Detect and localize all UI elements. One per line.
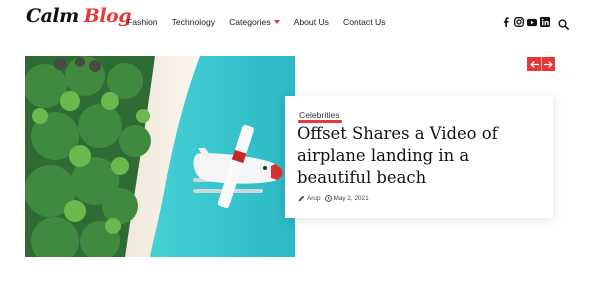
featured-post-card: Celebrities Offset Shares a Video of air… [285, 96, 553, 218]
nav-item-label: About Us [293, 17, 329, 27]
pencil-icon [298, 195, 305, 202]
nav-item-label: Fashion [127, 17, 158, 27]
nav-item-contact-us[interactable]: Contact Us [343, 17, 386, 27]
facebook-icon[interactable] [501, 17, 511, 27]
post-title[interactable]: Offset Shares a Video of airplane landin… [297, 123, 547, 189]
site-logo[interactable]: Calm Blog [26, 5, 132, 35]
youtube-icon[interactable] [527, 17, 537, 27]
logo-word-calm: Calm [26, 5, 79, 27]
nav-item-categories[interactable]: Categories [229, 17, 280, 27]
hero-image[interactable] [25, 56, 295, 257]
caret-down-icon [273, 20, 280, 24]
nav-item-label: Categories [229, 17, 271, 27]
arrow-right-icon[interactable] [541, 57, 555, 71]
linkedin-icon[interactable] [540, 17, 550, 27]
search-icon[interactable] [558, 17, 569, 30]
logo-word-blog: Blog [83, 5, 132, 27]
clock-icon [324, 195, 332, 202]
post-date-text: May 2, 2021 [333, 195, 369, 202]
instagram-icon[interactable] [514, 17, 524, 27]
nav-item-technology[interactable]: Technology [172, 17, 215, 27]
post-category[interactable]: Celebrities [299, 110, 340, 120]
post-meta: Arup May 2, 2021 [298, 195, 373, 202]
arrow-left-icon[interactable] [527, 57, 541, 71]
nav-item-label: Contact Us [342, 17, 386, 27]
slider-controls [527, 57, 555, 71]
main-nav: Fashion Technology Categories About Us C… [127, 17, 400, 27]
post-date: May 2, 2021 [324, 195, 369, 202]
nav-item-fashion[interactable]: Fashion [127, 17, 158, 27]
post-author[interactable]: Arup [298, 195, 321, 202]
post-author-name: Arup [307, 195, 321, 202]
social-links [501, 17, 553, 27]
nav-item-about-us[interactable]: About Us [294, 17, 329, 27]
nav-item-label: Technology [171, 17, 216, 27]
